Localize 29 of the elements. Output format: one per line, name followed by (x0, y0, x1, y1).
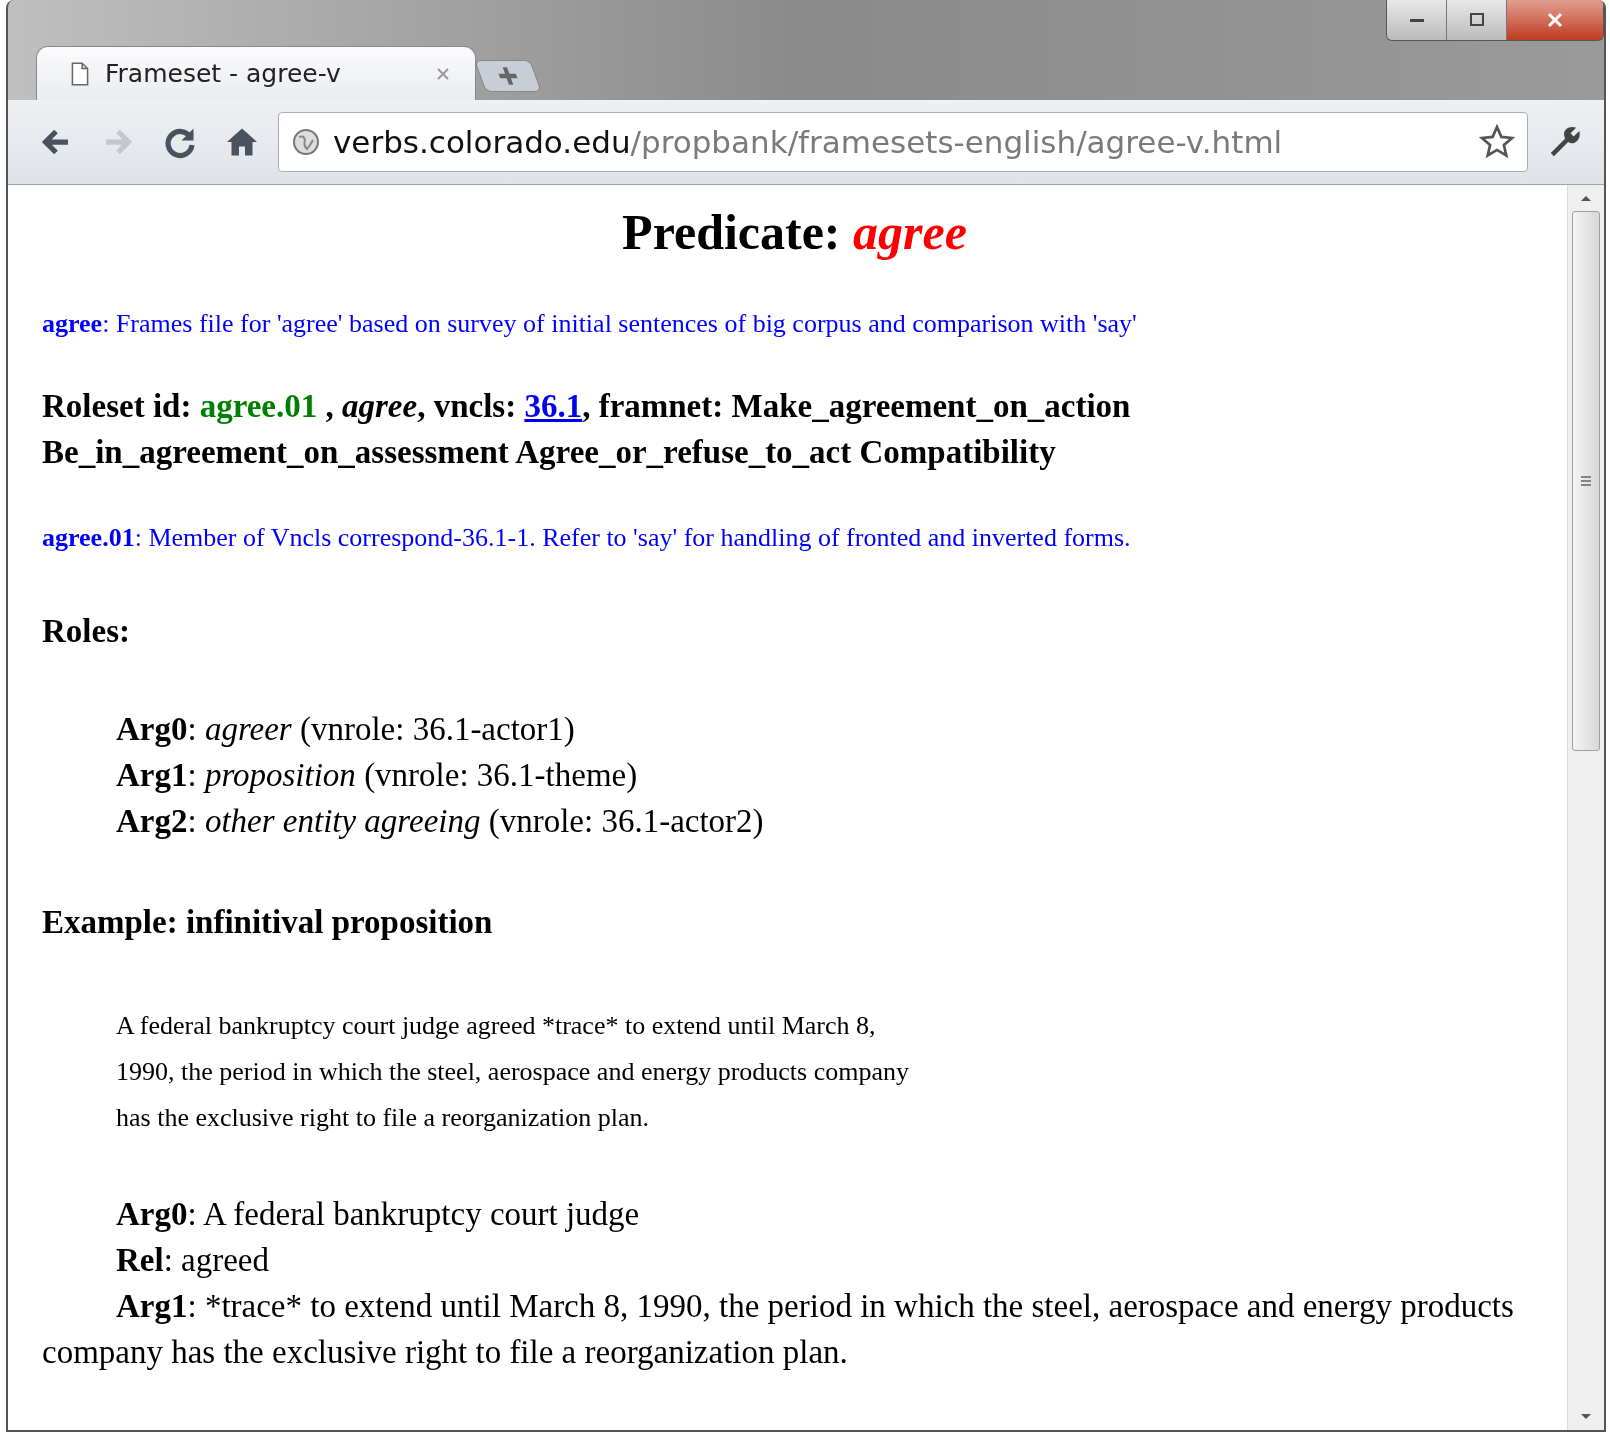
scroll-up-icon[interactable] (1579, 193, 1593, 203)
vncls-link[interactable]: 36.1 (524, 388, 583, 424)
argument-line: Rel: agreed (115, 1241, 270, 1280)
page-heading: Predicate: agree (621, 203, 968, 261)
scroll-thumb[interactable] (1572, 211, 1600, 751)
close-icon (1545, 12, 1565, 28)
address-bar[interactable]: verbs.colorado.edu/propbank/framesets-english/agree-v.html (278, 112, 1528, 172)
minimize-button[interactable] (1387, 0, 1447, 40)
example-sentence: A federal bankruptcy court judge agreed *trace* to extend until March 8, 1990, the period in which the steel, aerospace and energy products company has the exclusive right to file a reorganization plan. (116, 1010, 910, 1134)
maximize-button[interactable] (1447, 0, 1507, 40)
argument-line: Arg0: A federal bankruptcy court judge (115, 1195, 641, 1234)
star-icon[interactable] (1479, 124, 1515, 160)
roles-heading: Roles: (42, 613, 131, 650)
new-tab-button[interactable] (474, 60, 542, 92)
scrollbar[interactable] (1567, 185, 1604, 1430)
role-line: Arg2: other entity agreeing (vnrole: 36.1-actor2) (116, 802, 765, 841)
role-line: Arg1: proposition (vnrole: 36.1-theme) (116, 756, 639, 795)
minimize-icon (1409, 18, 1424, 22)
argument-line: Arg1: *trace* to extend until March 8, 1990, the period in which the steel, aerospace and energy products company has the exclusive right to file a reorganization plan. (42, 1287, 1515, 1372)
url-text: verbs.colorado.edu/propbank/framesets-english/agree-v.html (333, 124, 1284, 160)
roleset-line: Roleset id: agree.01 , agree, vncls: 36.1, framnet: Make_agreement_on_action Be_in_agreement_on_assessment Agree_or_refuse_to_act Compatibility (42, 387, 1132, 472)
browser-tab[interactable]: Frameset - agree-v (36, 46, 476, 100)
frame-note: agree: Frames file for 'agree' based on survey of initial sentences of big corpus and comparison with 'say' (42, 309, 1138, 339)
close-button[interactable] (1507, 0, 1603, 40)
example-heading: Example: infinitival proposition (42, 904, 494, 941)
role-line: Arg0: agreer (vnrole: 36.1-actor1) (116, 710, 576, 749)
globe-icon (291, 127, 321, 157)
scroll-down-icon[interactable] (1579, 1412, 1593, 1422)
roleset-note: agree.01: Member of Vncls correspond-36.1-1. Refer to 'say' for handling of fronted and inverted forms. (42, 523, 1132, 553)
